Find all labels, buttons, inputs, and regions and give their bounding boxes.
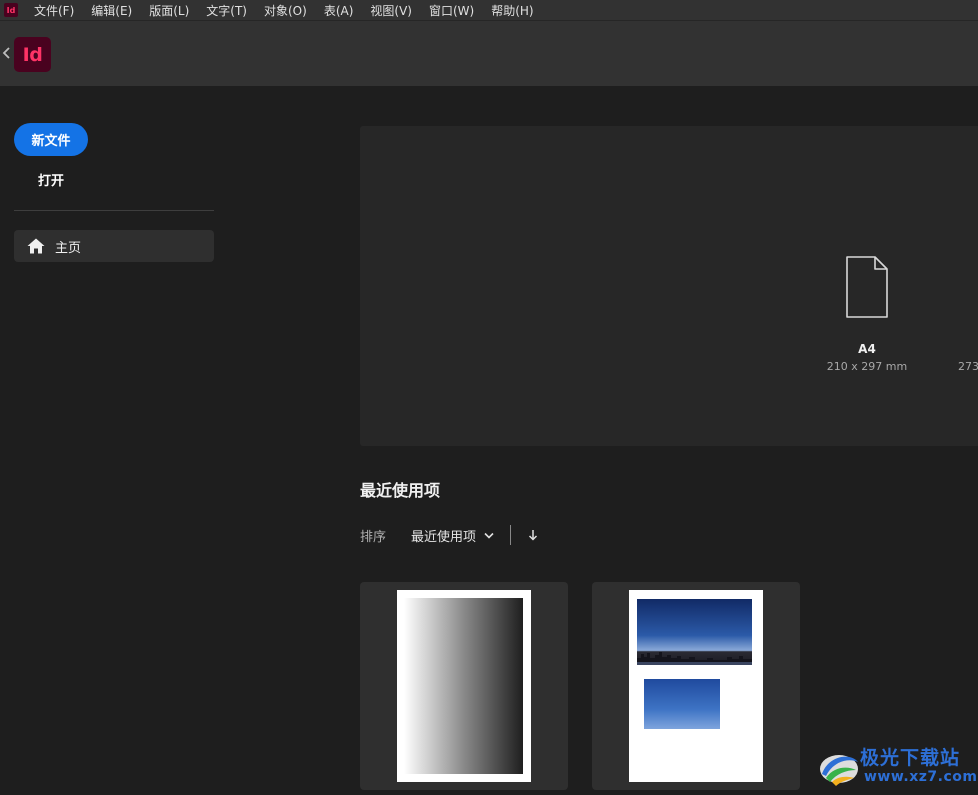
preset-dimensions: 210 x 297 mm [826, 360, 908, 373]
menu-file[interactable]: 文件(F) [34, 2, 74, 19]
new-file-button[interactable]: 新文件 [14, 123, 88, 156]
recent-file-card[interactable] [592, 582, 800, 790]
menu-view[interactable]: 视图(V) [370, 2, 412, 19]
recent-section-title: 最近使用项 [360, 481, 441, 500]
recent-file-card[interactable] [360, 582, 568, 790]
open-button[interactable]: 打开 [14, 166, 88, 192]
sidebar-item-home[interactable]: 主页 [14, 230, 214, 262]
preset-dimensions-partial: 273 [958, 360, 978, 373]
menu-window[interactable]: 窗口(W) [429, 2, 474, 19]
menu-edit[interactable]: 编辑(E) [91, 2, 132, 19]
chevron-down-icon [484, 532, 494, 539]
menu-layout[interactable]: 版面(L) [149, 2, 189, 19]
sort-divider [510, 525, 512, 545]
skyline-graphic [637, 652, 752, 665]
watermark-title: 极光下载站 [860, 747, 961, 769]
preset-panel: A4 210 x 297 mm 273 [360, 126, 978, 446]
sidebar-divider [14, 210, 214, 211]
gradient-rectangle [404, 598, 523, 774]
preset-a4[interactable]: A4 210 x 297 mm [822, 254, 912, 373]
app-mini-logo-icon: Id [4, 3, 18, 17]
home-icon [27, 238, 45, 254]
sky-photo [644, 679, 720, 729]
indesign-logo-icon: Id [14, 37, 51, 72]
arrow-down-icon[interactable] [528, 529, 538, 541]
sidebar: 新文件 打开 主页 [0, 86, 230, 795]
chevron-left-icon[interactable] [2, 47, 12, 59]
preset-name: A4 [858, 342, 876, 356]
document-icon [846, 256, 888, 318]
sort-dropdown[interactable]: 最近使用项 [411, 526, 494, 545]
file-thumbnail [397, 590, 531, 782]
aurora-logo-icon [820, 755, 858, 786]
menu-object[interactable]: 对象(O) [264, 2, 307, 19]
app-header: Id [0, 21, 978, 86]
menu-table[interactable]: 表(A) [324, 2, 354, 19]
sort-label: 排序 [360, 529, 387, 545]
sidebar-item-label: 主页 [55, 240, 82, 256]
indesign-home-screen: Id 文件(F) 编辑(E) 版面(L) 文字(T) 对象(O) 表(A) 视图… [0, 0, 978, 795]
menu-help[interactable]: 帮助(H) [491, 2, 533, 19]
sort-controls: 排序 最近使用项 [360, 524, 538, 546]
menu-bar: Id 文件(F) 编辑(E) 版面(L) 文字(T) 对象(O) 表(A) 视图… [0, 0, 978, 21]
watermark-url: www.xz7.com [864, 769, 978, 785]
sort-value: 最近使用项 [411, 529, 477, 545]
watermark: 极光下载站 www.xz7.com [816, 742, 978, 792]
menu-type[interactable]: 文字(T) [206, 2, 247, 19]
file-thumbnail [629, 590, 763, 782]
city-photo [637, 599, 752, 665]
